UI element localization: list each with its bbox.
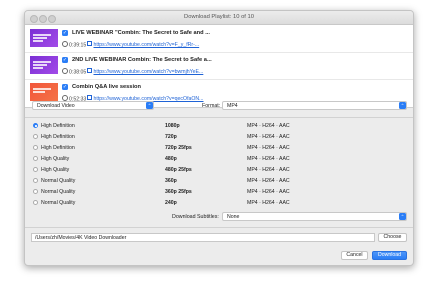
video-thumbnail — [30, 83, 58, 101]
playlist-item[interactable]: ✓ 2ND LIVE WEBINAR Combin: The Secret to… — [25, 52, 413, 80]
item-title: Combin Q&A live session — [72, 83, 142, 90]
download-path-field[interactable]: /Users/zh/Movies/4K Video Downloader — [31, 233, 375, 242]
radio-button[interactable] — [33, 134, 38, 139]
item-url-link[interactable]: https://www.youtube.com/watch?v=F_y_fRr-… — [87, 41, 199, 48]
item-duration: 0:39:15 — [62, 41, 86, 49]
link-icon — [87, 68, 92, 73]
link-icon — [87, 95, 92, 100]
video-thumbnail — [30, 29, 58, 47]
radio-button[interactable] — [33, 167, 38, 172]
cancel-button[interactable]: Cancel — [341, 251, 368, 260]
chevron-updown-icon: ⌃ — [399, 213, 406, 220]
format-label: Format: — [202, 103, 221, 109]
item-checkbox[interactable]: ✓ — [62, 30, 68, 36]
link-icon — [87, 41, 92, 46]
quality-option[interactable]: High Quality 480p 25fps MP4 · H264 · AAC — [25, 164, 413, 175]
clock-icon — [62, 41, 68, 47]
quality-option[interactable]: High Definition 1080p MP4 · H264 · AAC — [25, 120, 413, 131]
quality-option[interactable]: Normal Quality 360p MP4 · H264 · AAC — [25, 175, 413, 186]
video-thumbnail — [30, 56, 58, 74]
subtitles-select[interactable]: None ⌃ — [222, 212, 407, 221]
clock-icon — [62, 68, 68, 74]
radio-button[interactable] — [33, 156, 38, 161]
item-title: 2ND LIVE WEBINAR Combin: The Secret to S… — [72, 56, 212, 63]
radio-button[interactable] — [33, 189, 38, 194]
chevron-updown-icon: ⌃ — [146, 102, 153, 109]
format-select[interactable]: MP4 ⌃ — [222, 101, 407, 110]
playlist-item[interactable]: ✓ LIVE WEBINAR "Combin: The Secret to Sa… — [25, 25, 413, 53]
item-checkbox[interactable]: ✓ — [62, 84, 68, 90]
quality-option[interactable]: High Definition 720p MP4 · H264 · AAC — [25, 131, 413, 142]
item-title: LIVE WEBINAR "Combin: The Secret to Safe… — [72, 29, 210, 36]
window-title: Download Playlist: 10 of 10 — [184, 14, 254, 20]
radio-button[interactable] — [33, 123, 38, 128]
quality-options: High Definition 1080p MP4 · H264 · AAC H… — [25, 120, 413, 208]
subtitles-label: Download Subtitles: — [172, 214, 219, 220]
item-url-link[interactable]: https://www.youtube.com/watch?v=bwmjhYeE… — [87, 68, 203, 75]
download-button[interactable]: Download — [372, 251, 407, 260]
item-duration: 0:38:05 — [62, 68, 86, 76]
quality-option[interactable]: High Definition 720p 25fps MP4 · H264 · … — [25, 142, 413, 153]
quality-option[interactable]: High Quality 480p MP4 · H264 · AAC — [25, 153, 413, 164]
radio-button[interactable] — [33, 145, 38, 150]
chevron-updown-icon: ⌃ — [399, 102, 406, 109]
download-mode-select[interactable]: Download Video ⌃ — [32, 101, 154, 110]
radio-button[interactable] — [33, 200, 38, 205]
download-playlist-dialog: Download Playlist: 10 of 10 ✓ LIVE WEBIN… — [24, 10, 414, 266]
radio-button[interactable] — [33, 178, 38, 183]
playlist-list[interactable]: ✓ LIVE WEBINAR "Combin: The Secret to Sa… — [25, 25, 413, 108]
item-checkbox[interactable]: ✓ — [62, 57, 68, 63]
title-bar: Download Playlist: 10 of 10 — [25, 11, 413, 25]
quality-option[interactable]: Normal Quality 240p MP4 · H264 · AAC — [25, 197, 413, 208]
choose-button[interactable]: Choose — [378, 233, 407, 242]
quality-option[interactable]: Normal Quality 360p 25fps MP4 · H264 · A… — [25, 186, 413, 197]
